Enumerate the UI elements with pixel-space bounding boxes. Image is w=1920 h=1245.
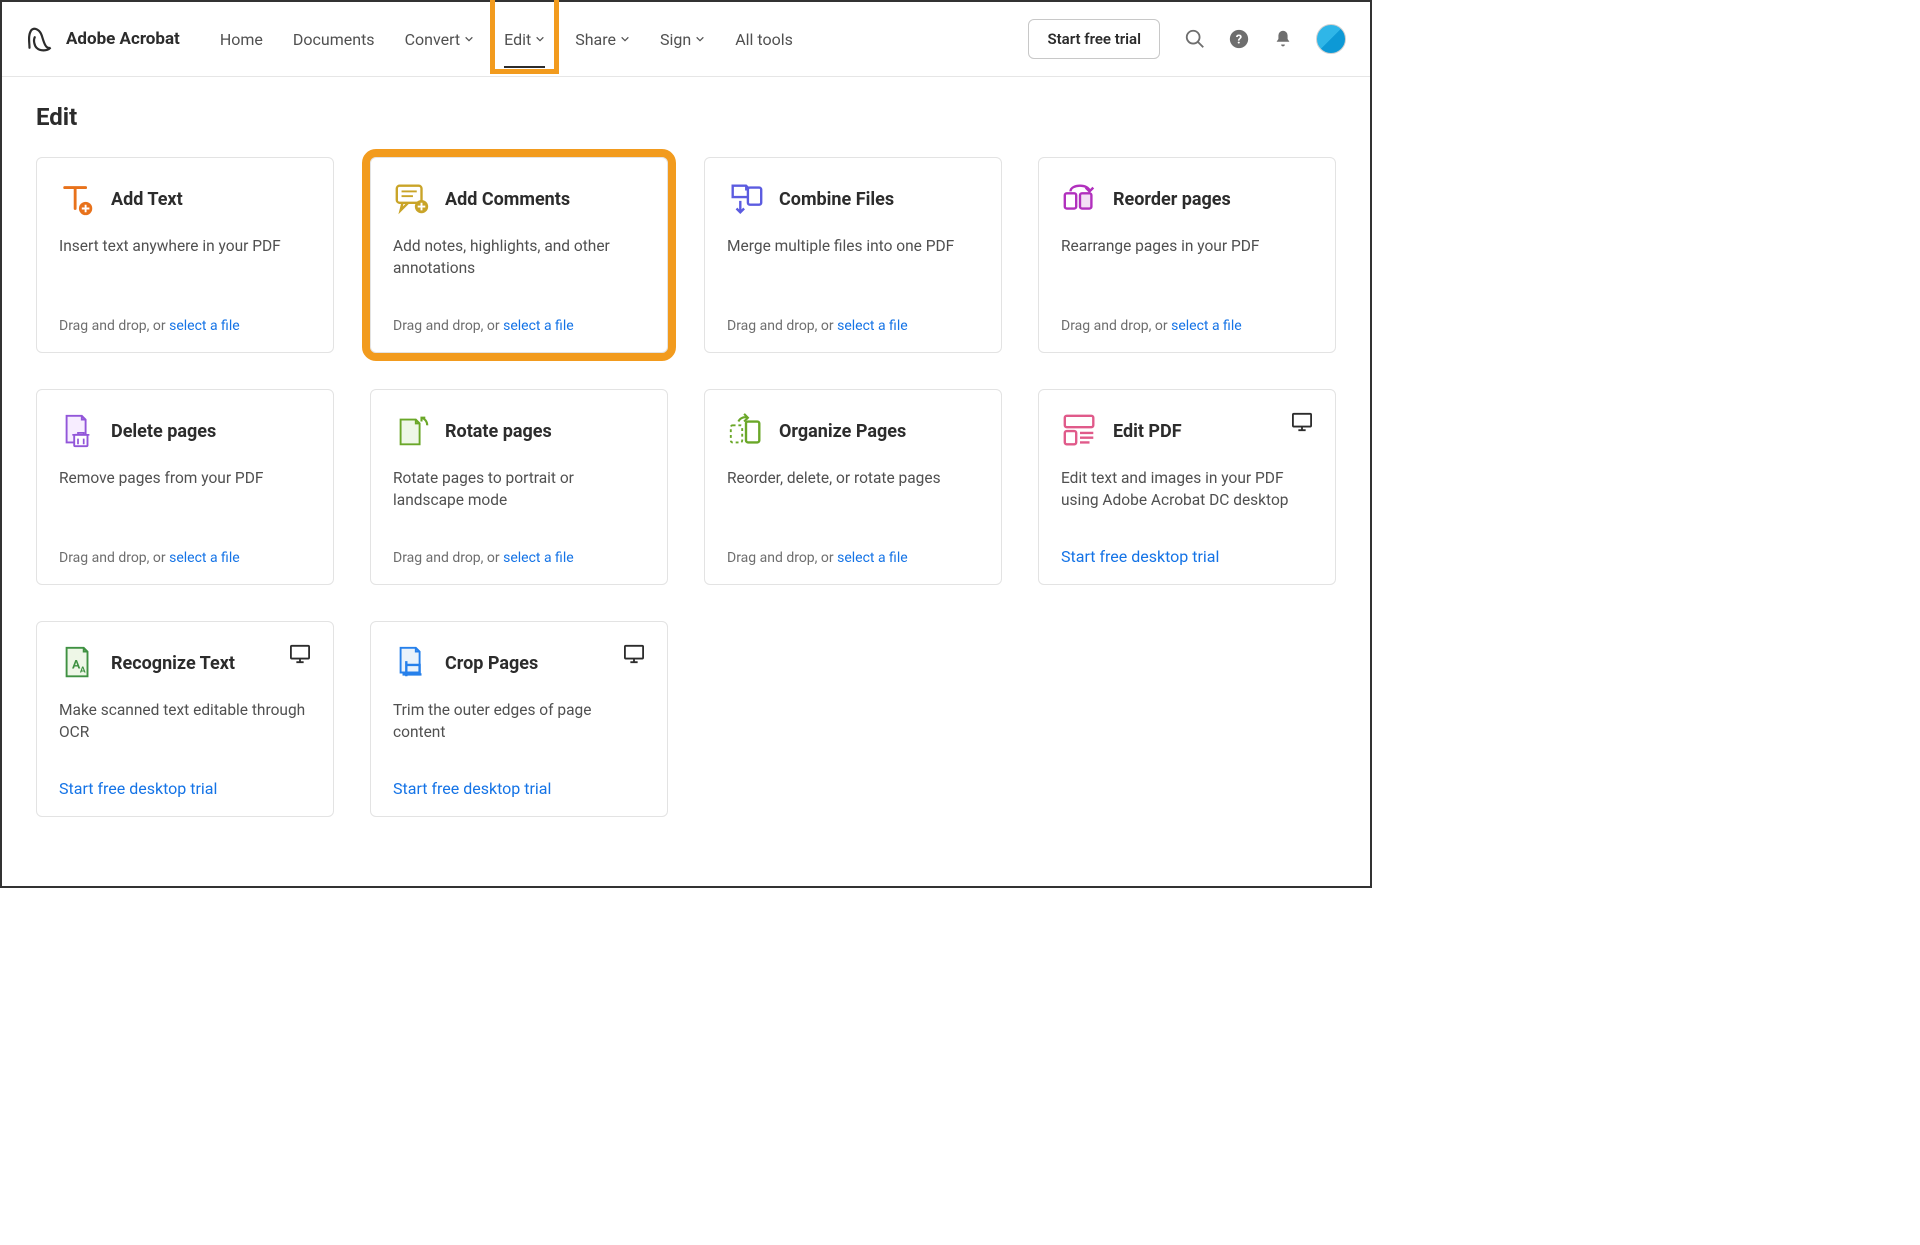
card-desc: Reorder, delete, or rotate pages xyxy=(727,468,979,532)
nav-convert[interactable]: Convert xyxy=(405,8,475,71)
page-title: Edit xyxy=(36,103,1336,131)
card-organize-pages[interactable]: Organize Pages Reorder, delete, or rotat… xyxy=(704,389,1002,585)
nav-all-tools[interactable]: All tools xyxy=(735,8,793,71)
card-add-comments[interactable]: Add Comments Add notes, highlights, and … xyxy=(370,157,668,353)
card-footer: Drag and drop, or select a file xyxy=(59,318,311,334)
card-footer: Drag and drop, or select a file xyxy=(393,318,645,334)
bell-icon[interactable] xyxy=(1272,28,1294,50)
nav-share[interactable]: Share xyxy=(575,8,630,71)
nav-sign[interactable]: Sign xyxy=(660,8,705,71)
card-desc: Edit text and images in your PDF using A… xyxy=(1061,468,1313,529)
nav-edit[interactable]: Edit xyxy=(504,8,545,71)
card-desc: Rearrange pages in your PDF xyxy=(1061,236,1313,300)
chevron-down-icon xyxy=(464,34,474,44)
add-text-icon xyxy=(59,180,97,218)
card-desc: Trim the outer edges of page content xyxy=(393,700,645,761)
card-desc: Rotate pages to portrait or landscape mo… xyxy=(393,468,645,532)
select-file-link[interactable]: select a file xyxy=(837,550,908,566)
card-combine-files[interactable]: Combine Files Merge multiple files into … xyxy=(704,157,1002,353)
edit-pdf-icon xyxy=(1061,412,1099,450)
top-bar: Adobe Acrobat Home Documents Convert Edi… xyxy=(2,2,1370,77)
avatar[interactable] xyxy=(1316,24,1346,54)
card-desc: Make scanned text editable through OCR xyxy=(59,700,311,761)
nav-documents[interactable]: Documents xyxy=(293,8,375,71)
rotate-pages-icon xyxy=(393,412,431,450)
card-title: Recognize Text xyxy=(111,653,235,674)
reorder-pages-icon xyxy=(1061,180,1099,218)
desktop-icon xyxy=(623,644,645,664)
nav-bar: Home Documents Convert Edit Share Sign A… xyxy=(220,8,793,71)
card-desc: Add notes, highlights, and other annotat… xyxy=(393,236,645,300)
svg-text:A: A xyxy=(80,666,86,676)
card-footer: Drag and drop, or select a file xyxy=(727,318,979,334)
page-body: Edit Add Text Insert text anywhere in yo… xyxy=(2,77,1370,843)
select-file-link[interactable]: select a file xyxy=(837,318,908,334)
card-footer: Drag and drop, or select a file xyxy=(727,550,979,566)
card-delete-pages[interactable]: Delete pages Remove pages from your PDF … xyxy=(36,389,334,585)
search-icon[interactable] xyxy=(1184,28,1206,50)
card-title: Reorder pages xyxy=(1113,189,1231,210)
card-desc: Remove pages from your PDF xyxy=(59,468,311,532)
select-file-link[interactable]: select a file xyxy=(1171,318,1242,334)
help-icon[interactable]: ? xyxy=(1228,28,1250,50)
start-free-trial-button[interactable]: Start free trial xyxy=(1028,19,1160,59)
desktop-icon xyxy=(289,644,311,664)
card-desc: Insert text anywhere in your PDF xyxy=(59,236,311,300)
card-edit-pdf[interactable]: Edit PDF Edit text and images in your PD… xyxy=(1038,389,1336,585)
card-rotate-pages[interactable]: Rotate pages Rotate pages to portrait or… xyxy=(370,389,668,585)
card-title: Rotate pages xyxy=(445,421,552,442)
chevron-down-icon xyxy=(620,34,630,44)
card-desc: Merge multiple files into one PDF xyxy=(727,236,979,300)
card-title: Organize Pages xyxy=(779,421,906,442)
card-crop-pages[interactable]: Crop Pages Trim the outer edges of page … xyxy=(370,621,668,817)
header-icons: ? xyxy=(1184,24,1346,54)
card-footer: Drag and drop, or select a file xyxy=(1061,318,1313,334)
recognize-text-icon: A A xyxy=(59,644,97,682)
card-title: Edit PDF xyxy=(1113,421,1182,442)
delete-pages-icon xyxy=(59,412,97,450)
chevron-down-icon xyxy=(535,34,545,44)
crop-pages-icon xyxy=(393,644,431,682)
svg-text:?: ? xyxy=(1236,33,1242,48)
combine-files-icon xyxy=(727,180,765,218)
organize-pages-icon xyxy=(727,412,765,450)
card-add-text[interactable]: Add Text Insert text anywhere in your PD… xyxy=(36,157,334,353)
select-file-link[interactable]: select a file xyxy=(503,550,574,566)
card-title: Add Comments xyxy=(445,189,570,210)
chevron-down-icon xyxy=(695,34,705,44)
add-comments-icon xyxy=(393,180,431,218)
acrobat-logo-icon xyxy=(26,25,54,53)
select-file-link[interactable]: select a file xyxy=(169,550,240,566)
card-recognize-text[interactable]: A A Recognize Text Make scanned text edi… xyxy=(36,621,334,817)
start-desktop-trial-link[interactable]: Start free desktop trial xyxy=(393,779,645,798)
app-name: Adobe Acrobat xyxy=(66,29,180,49)
nav-home[interactable]: Home xyxy=(220,8,263,71)
card-footer: Drag and drop, or select a file xyxy=(393,550,645,566)
select-file-link[interactable]: select a file xyxy=(169,318,240,334)
desktop-icon xyxy=(1291,412,1313,432)
card-footer: Drag and drop, or select a file xyxy=(59,550,311,566)
card-title: Add Text xyxy=(111,189,183,210)
start-desktop-trial-link[interactable]: Start free desktop trial xyxy=(1061,547,1313,566)
select-file-link[interactable]: select a file xyxy=(503,318,574,334)
card-title: Combine Files xyxy=(779,189,894,210)
card-reorder-pages[interactable]: Reorder pages Rearrange pages in your PD… xyxy=(1038,157,1336,353)
start-desktop-trial-link[interactable]: Start free desktop trial xyxy=(59,779,311,798)
card-title: Delete pages xyxy=(111,421,216,442)
logo-area: Adobe Acrobat xyxy=(26,25,180,53)
card-title: Crop Pages xyxy=(445,653,538,674)
card-grid: Add Text Insert text anywhere in your PD… xyxy=(36,157,1336,817)
